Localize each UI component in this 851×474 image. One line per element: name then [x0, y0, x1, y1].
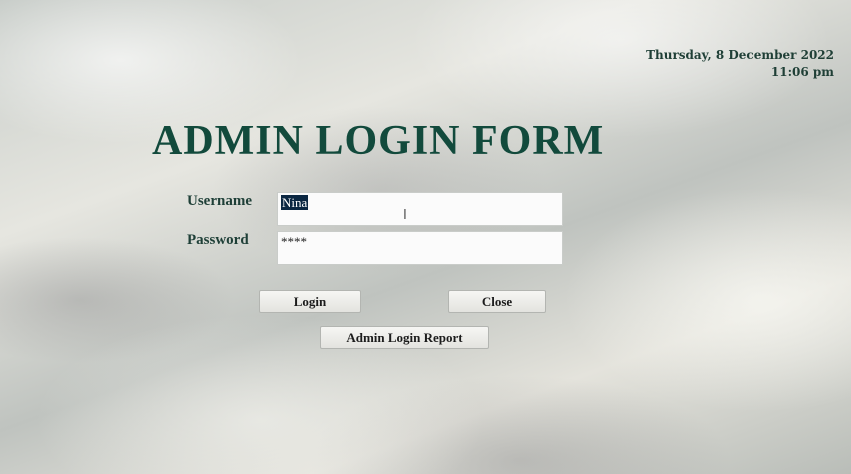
login-button[interactable]: Login — [259, 290, 361, 313]
admin-login-report-button[interactable]: Admin Login Report — [320, 326, 489, 349]
password-label: Password — [187, 232, 249, 248]
password-value: **** — [281, 234, 307, 249]
form-title: ADMIN LOGIN FORM — [152, 118, 605, 164]
time-text: 11:06 pm — [770, 65, 834, 79]
username-value: Nina — [281, 195, 309, 210]
password-field[interactable]: **** — [277, 231, 563, 265]
username-label: Username — [187, 193, 252, 209]
datetime-display: Thursday, 8 December 2022 11:06 pm — [646, 47, 834, 81]
text-cursor-icon: I — [403, 208, 407, 223]
close-button[interactable]: Close — [448, 290, 546, 313]
date-text: Thursday, 8 December 2022 — [646, 48, 834, 62]
username-field[interactable]: Nina I — [277, 192, 563, 226]
